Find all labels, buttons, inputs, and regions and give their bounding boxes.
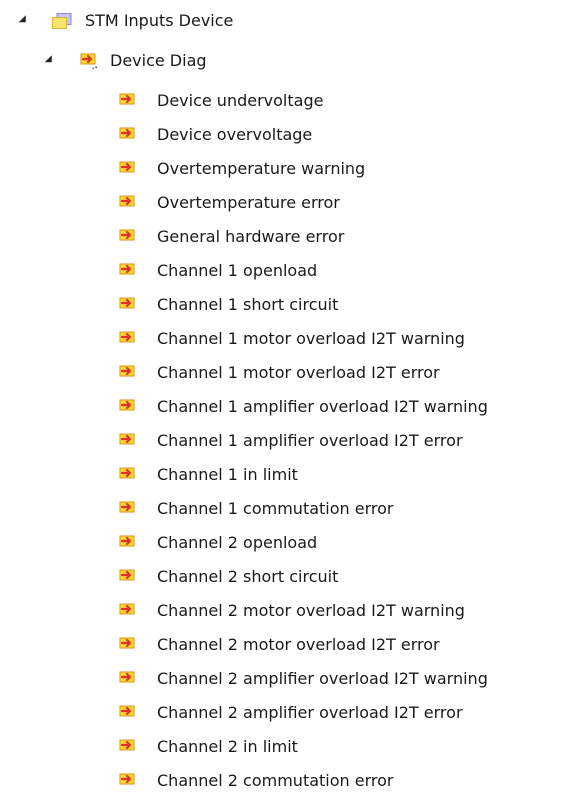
tree-node-label: General hardware error — [157, 227, 345, 246]
tree-node-label: Channel 2 in limit — [157, 737, 298, 756]
input-variable-icon — [118, 670, 140, 688]
tree-node-variable[interactable]: Channel 2 motor overload I2T error — [0, 630, 584, 660]
tree-node-label: Channel 2 openload — [157, 533, 318, 552]
tree-node-label: Channel 2 amplifier overload I2T warning — [157, 669, 488, 688]
tree-node-stm-inputs-device[interactable]: STM Inputs Device — [0, 6, 584, 36]
tree-node-label: Channel 2 motor overload I2T warning — [157, 601, 465, 620]
tree-node-variable[interactable]: Channel 2 short circuit — [0, 562, 584, 592]
tree-node-variable[interactable]: Channel 2 commutation error — [0, 766, 584, 796]
input-variable-icon — [118, 466, 140, 484]
tree-node-variable[interactable]: Device overvoltage — [0, 120, 584, 150]
input-variable-icon — [118, 126, 140, 144]
tree-node-variable[interactable]: Overtemperature warning — [0, 154, 584, 184]
tree-node-variable[interactable]: Channel 1 motor overload I2T error — [0, 358, 584, 388]
tree-node-label: Channel 2 short circuit — [157, 567, 339, 586]
tree-node-label: Channel 1 short circuit — [157, 295, 339, 314]
input-variable-icon — [118, 500, 140, 518]
tree-node-label: Channel 1 motor overload I2T error — [157, 363, 440, 382]
tree-node-label: Overtemperature error — [157, 193, 340, 212]
tree-node-label: Channel 2 motor overload I2T error — [157, 635, 440, 654]
tree-node-device-diag[interactable]: Device Diag — [0, 46, 584, 76]
tree-node-label: Channel 2 amplifier overload I2T error — [157, 703, 463, 722]
tree-node-label: Device undervoltage — [157, 91, 324, 110]
input-variable-icon — [118, 772, 140, 790]
tree-node-variable[interactable]: Channel 2 amplifier overload I2T error — [0, 698, 584, 728]
tree-node-label: Channel 1 motor overload I2T warning — [157, 329, 465, 348]
tree-node-label: Channel 1 commutation error — [157, 499, 394, 518]
tree-node-variable[interactable]: Channel 2 amplifier overload I2T warning — [0, 664, 584, 694]
tree-node-variable[interactable]: Channel 1 commutation error — [0, 494, 584, 524]
tree-node-label: Overtemperature warning — [157, 159, 366, 178]
input-variable-icon — [118, 262, 140, 280]
tree-view: STM Inputs Device Device Diag Device und… — [0, 0, 584, 807]
input-variable-icon — [118, 534, 140, 552]
input-variable-icon — [118, 330, 140, 348]
tree-node-variable[interactable]: Channel 1 short circuit — [0, 290, 584, 320]
input-variable-icon — [118, 364, 140, 382]
input-variable-icon — [118, 296, 140, 314]
tree-node-label: Channel 1 amplifier overload I2T warning — [157, 397, 488, 416]
input-variable-icon — [118, 160, 140, 178]
input-variable-icon — [118, 636, 140, 654]
input-variable-icon — [118, 738, 140, 756]
tree-node-variable[interactable]: Device undervoltage — [0, 86, 584, 116]
input-variable-icon — [118, 194, 140, 212]
tree-node-label: Device Diag — [110, 51, 207, 70]
expand-collapse-icon[interactable] — [44, 55, 56, 66]
tree-node-label: Channel 1 amplifier overload I2T error — [157, 431, 463, 450]
tree-node-label: Channel 1 openload — [157, 261, 318, 280]
tree-node-variable[interactable]: General hardware error — [0, 222, 584, 252]
tree-node-variable[interactable]: Channel 2 openload — [0, 528, 584, 558]
input-variable-group-icon — [79, 52, 101, 70]
input-variable-icon — [118, 704, 140, 722]
expand-collapse-icon[interactable] — [18, 15, 30, 26]
tree-node-label: Device overvoltage — [157, 125, 313, 144]
input-variable-icon — [118, 602, 140, 620]
tree-node-variable[interactable]: Channel 1 openload — [0, 256, 584, 286]
tree-node-variable[interactable]: Channel 1 amplifier overload I2T error — [0, 426, 584, 456]
tree-node-label: Channel 2 commutation error — [157, 771, 394, 790]
tree-node-variable[interactable]: Channel 2 in limit — [0, 732, 584, 762]
input-variable-icon — [118, 568, 140, 586]
input-variable-icon — [118, 228, 140, 246]
tree-node-label: STM Inputs Device — [85, 11, 234, 30]
tree-node-variable[interactable]: Overtemperature error — [0, 188, 584, 218]
input-variable-icon — [118, 92, 140, 110]
input-variable-icon — [118, 432, 140, 450]
tree-node-variable[interactable]: Channel 1 in limit — [0, 460, 584, 490]
tree-node-variable[interactable]: Channel 1 motor overload I2T warning — [0, 324, 584, 354]
tree-node-label: Channel 1 in limit — [157, 465, 298, 484]
folder-icon — [51, 12, 73, 30]
tree-node-variable[interactable]: Channel 2 motor overload I2T warning — [0, 596, 584, 626]
input-variable-icon — [118, 398, 140, 416]
tree-node-variable[interactable]: Channel 1 amplifier overload I2T warning — [0, 392, 584, 422]
